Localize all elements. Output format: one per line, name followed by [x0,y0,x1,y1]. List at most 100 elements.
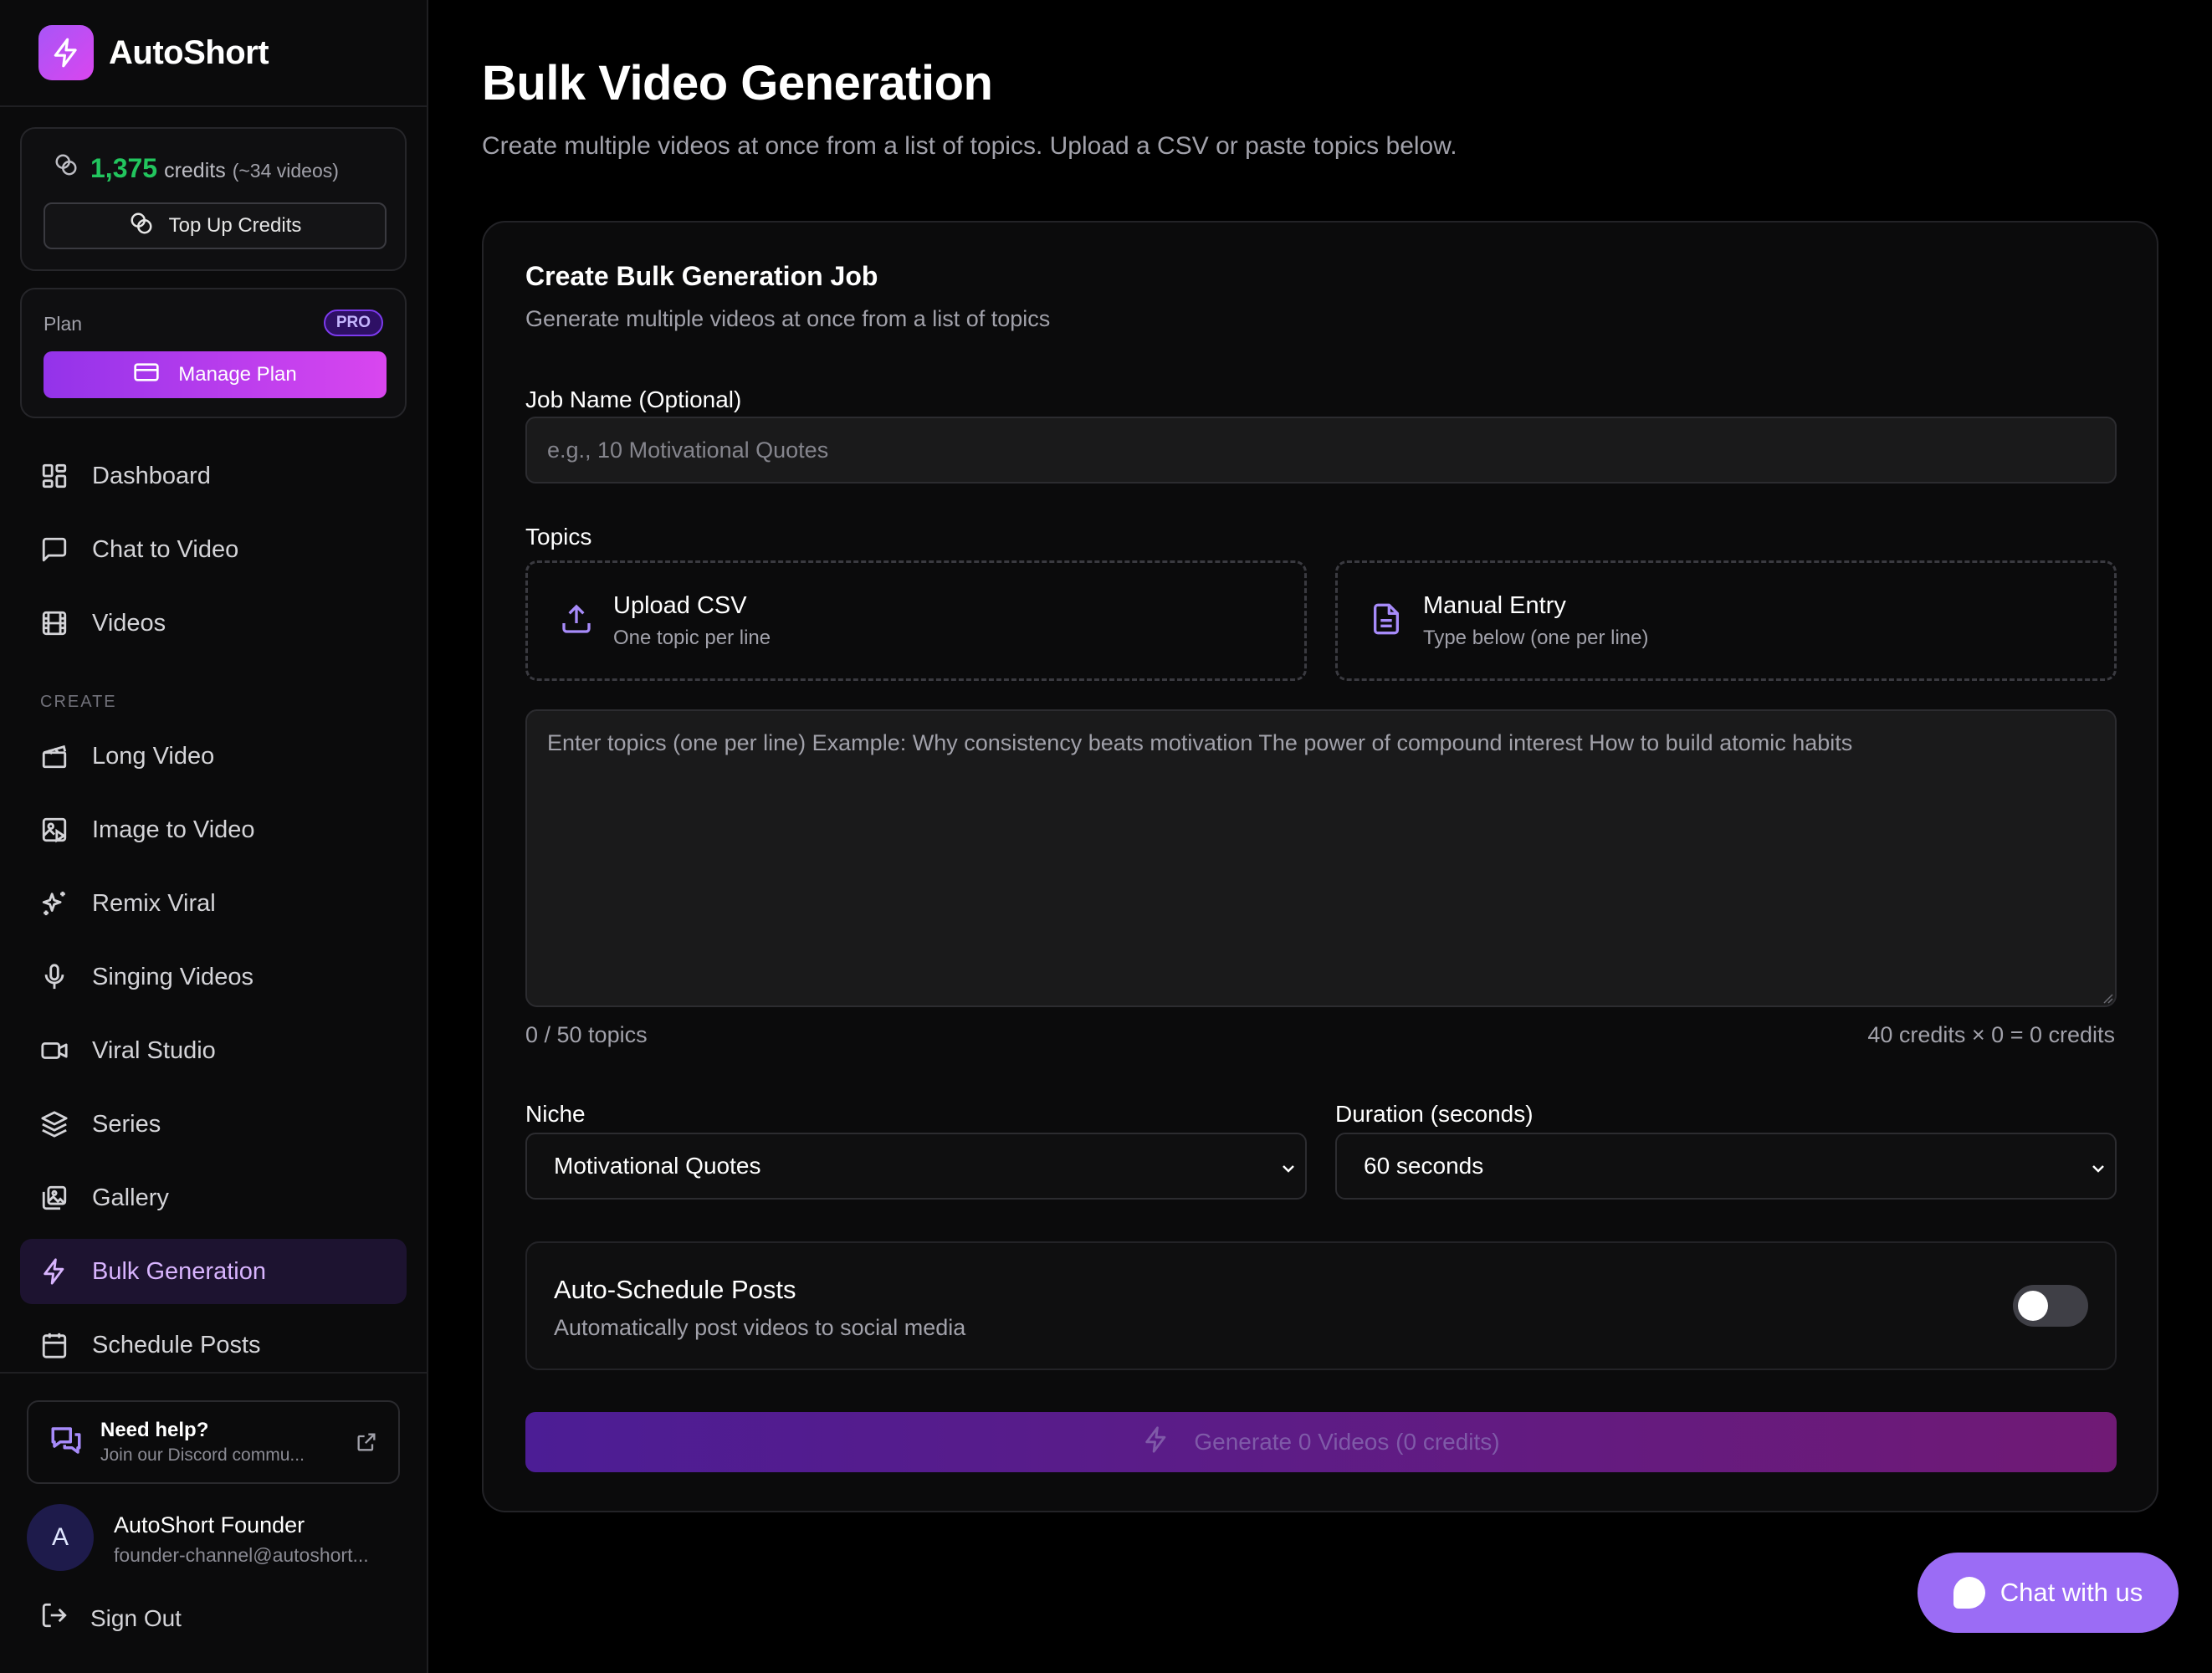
user-email: founder-channel@autoshort... [114,1544,369,1566]
plan-card: Plan PRO Manage Plan [20,288,407,418]
manage-plan-label: Manage Plan [178,363,297,386]
plan-badge: PRO [323,310,383,336]
video-camera-icon [38,1035,70,1067]
resize-handle-icon[interactable] [2102,992,2113,1004]
job-name-input[interactable] [525,417,2117,483]
sidebar-item-label: Long Video [92,742,215,770]
gallery-icon [38,1182,70,1214]
sidebar-item-label: Viral Studio [92,1036,216,1064]
app-root: AutoShort 1,375 credits (~34 videos) Top… [0,0,2212,1673]
lightning-icon [1142,1425,1170,1460]
help-subtitle: Join our Discord commu... [100,1445,305,1465]
avatar[interactable]: A [27,1504,94,1571]
sidebar-item-viral-studio[interactable]: Viral Studio [20,1018,407,1083]
top-up-credits-button[interactable]: Top Up Credits [44,202,387,249]
auto-schedule-section: Auto-Schedule Posts Automatically post v… [525,1241,2117,1370]
help-text: Need help? Join our Discord commu... [100,1419,305,1466]
manual-entry-subtitle: Type below (one per line) [1423,626,1649,649]
sidebar-item-label: Singing Videos [92,963,253,990]
plan-label: Plan [44,313,83,335]
help-discord-card[interactable]: Need help? Join our Discord commu... [27,1400,400,1484]
toggle-knob [2018,1291,2048,1321]
sidebar-item-videos[interactable]: Videos [20,591,407,656]
dashboard-icon [38,460,70,492]
sidebar-item-label: Gallery [92,1184,169,1211]
brand[interactable]: AutoShort [38,25,269,80]
sidebar-item-long-video[interactable]: Long Video [20,724,407,789]
sidebar-item-label: Dashboard [92,462,211,489]
manage-plan-button[interactable]: Manage Plan [44,351,387,398]
microphone-icon [38,961,70,993]
auto-schedule-subtitle: Automatically post videos to social medi… [554,1315,966,1340]
chat-icon [38,534,70,565]
sparkles-icon [38,888,70,919]
credits-approx: (~34 videos) [232,160,339,182]
layers-icon [38,1108,70,1140]
sidebar-item-bulk-generation[interactable]: Bulk Generation [20,1239,407,1304]
topics-label: Topics [525,524,592,550]
divider [0,1372,427,1374]
page-title: Bulk Video Generation [482,56,993,110]
external-link-icon [355,1430,378,1458]
app-name: AutoShort [109,33,269,71]
messages-icon [49,1423,84,1462]
sidebar-item-remix-viral[interactable]: Remix Viral [20,871,407,936]
chat-bubble-icon [1953,1577,1985,1609]
section-label-create: CREATE [40,693,117,711]
chevron-down-icon [2088,1158,2108,1184]
credits-amount: 1,375 [90,153,158,183]
topics-textarea[interactable] [525,709,2117,1007]
sidebar-item-label: Bulk Generation [92,1257,266,1285]
help-title: Need help? [100,1419,209,1441]
manual-entry-text: Manual Entry Type below (one per line) [1423,592,1648,650]
chat-with-us-button[interactable]: Chat with us [1918,1553,2179,1633]
sidebar-item-label: Schedule Posts [92,1331,261,1358]
niche-selected-value: Motivational Quotes [554,1153,761,1179]
niche-select[interactable]: Motivational Quotes [525,1133,1307,1200]
auto-schedule-title: Auto-Schedule Posts [554,1275,796,1304]
upload-csv-subtitle: One topic per line [613,626,771,649]
coins-icon [54,152,79,183]
calendar-icon [38,1329,70,1361]
generate-label: Generate 0 Videos (0 credits) [1194,1429,1500,1455]
page-subtitle: Create multiple videos at once from a li… [482,132,1457,160]
sidebar-item-label: Series [92,1110,161,1138]
lightning-logo-icon [38,25,94,80]
panel-subtitle: Generate multiple videos at once from a … [525,306,1051,331]
sidebar-item-image-to-video[interactable]: Image to Video [20,797,407,862]
sidebar-item-schedule-posts[interactable]: Schedule Posts [20,1312,407,1378]
sidebar-item-dashboard[interactable]: Dashboard [20,443,407,509]
generate-videos-button[interactable]: Generate 0 Videos (0 credits) [525,1412,2117,1472]
document-icon [1370,602,1403,640]
chat-with-us-label: Chat with us [2000,1578,2143,1607]
sidebar-item-chat-to-video[interactable]: Chat to Video [20,517,407,582]
upload-icon [560,602,593,640]
auto-schedule-toggle[interactable] [2013,1285,2088,1327]
lightning-icon [38,1256,70,1287]
sidebar-item-singing-videos[interactable]: Singing Videos [20,944,407,1010]
manual-entry-option[interactable]: Manual Entry Type below (one per line) [1335,560,2117,681]
sidebar-item-gallery[interactable]: Gallery [20,1165,407,1230]
sign-out-button[interactable]: Sign Out [40,1601,182,1635]
duration-select[interactable]: 60 seconds [1335,1133,2117,1200]
sidebar-item-label: Remix Viral [92,889,216,917]
sign-out-label: Sign Out [90,1604,182,1631]
top-up-label: Top Up Credits [168,214,302,237]
divider [0,105,427,107]
sidebar-item-label: Image to Video [92,816,255,843]
credits-calculation: 40 credits × 0 = 0 credits [1867,1022,2115,1047]
image-play-icon [38,814,70,846]
upload-csv-option[interactable]: Upload CSV One topic per line [525,560,1307,681]
sidebar-item-series[interactable]: Series [20,1092,407,1157]
credits-summary: 1,375 credits (~34 videos) [54,152,339,184]
logout-icon [40,1601,69,1635]
duration-label: Duration (seconds) [1335,1101,1534,1127]
job-name-label: Job Name (Optional) [525,386,742,412]
upload-csv-text: Upload CSV One topic per line [613,592,771,650]
bulk-job-panel: Create Bulk Generation Job Generate mult… [482,221,2158,1512]
niche-label: Niche [525,1101,586,1127]
duration-selected-value: 60 seconds [1364,1153,1484,1179]
credits-label: credits [164,159,226,182]
panel-title: Create Bulk Generation Job [525,261,878,291]
upload-csv-title: Upload CSV [613,591,747,619]
